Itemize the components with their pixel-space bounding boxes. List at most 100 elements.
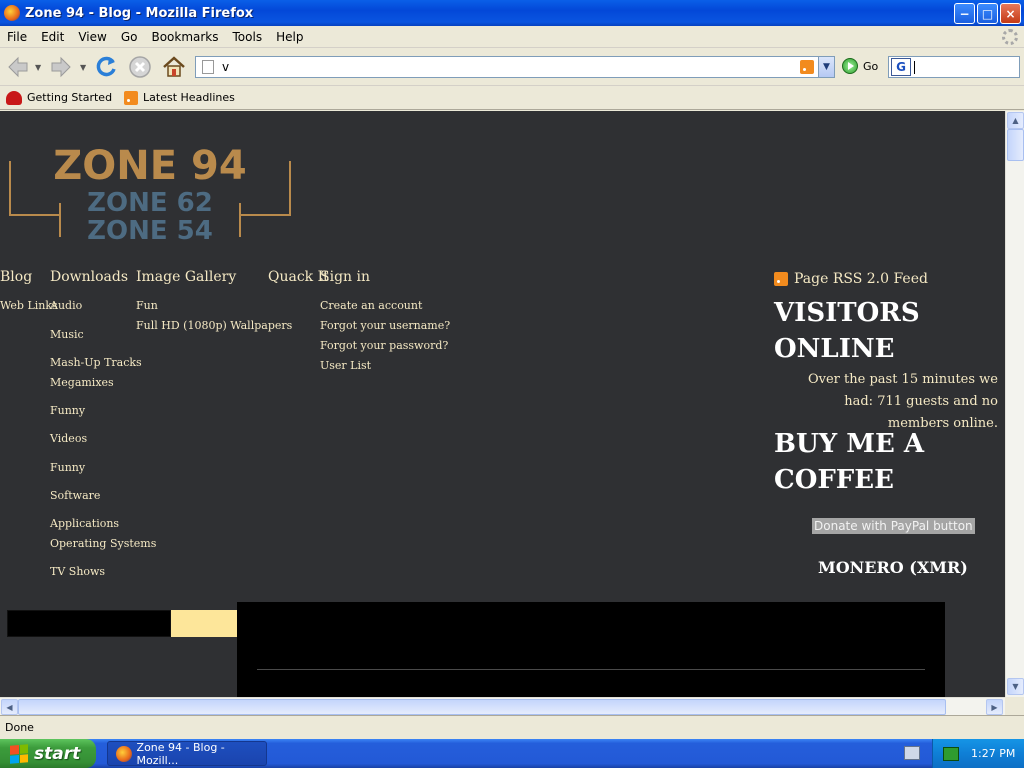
bookmark-label: Latest Headlines: [143, 91, 235, 104]
horizontal-scrollbar[interactable]: ◀ ▶: [0, 697, 1005, 715]
network-icon[interactable]: [943, 746, 959, 761]
minimize-button[interactable]: −: [954, 3, 975, 24]
buy-me-a-coffee-heading: BUY ME A COFFEE: [774, 429, 925, 495]
go-arrow-icon: [842, 58, 858, 74]
scroll-left-icon[interactable]: ◀: [1, 699, 18, 715]
page-rss-link[interactable]: Page RSS 2.0 Feed: [774, 271, 928, 287]
taskbar-firefox-window[interactable]: Zone 94 - Blog - Mozill...: [107, 740, 267, 767]
menu-bookmarks[interactable]: Bookmarks: [144, 30, 225, 44]
rss-icon[interactable]: [800, 60, 814, 74]
menu-help[interactable]: Help: [269, 30, 310, 44]
monero-heading: MONERO (XMR): [818, 558, 968, 577]
url-bar[interactable]: v ▼: [195, 56, 835, 78]
menu-edit[interactable]: Edit: [34, 30, 71, 44]
sub-megamixes[interactable]: Megamixes: [50, 376, 114, 389]
visitors-online-heading: VISITORS ONLINE: [774, 298, 920, 364]
rss-label: Page RSS 2.0 Feed: [794, 271, 928, 287]
back-arrow-icon: [8, 56, 28, 78]
bookmark-label: Getting Started: [27, 91, 113, 104]
forward-button[interactable]: [47, 53, 75, 81]
search-input[interactable]: [914, 60, 915, 74]
go-button[interactable]: Go: [842, 58, 878, 74]
sub-forgot-password[interactable]: Forgot your password?: [320, 339, 448, 352]
search-engine-icon[interactable]: G: [891, 58, 911, 76]
menu-tools[interactable]: Tools: [226, 30, 270, 44]
clock[interactable]: 1:27 PM: [971, 747, 1015, 760]
page-viewport: ZONE 94 ZONE 62 ZONE 54 Blog Downloads I…: [0, 111, 1005, 697]
page-icon: [202, 60, 214, 74]
sub-software[interactable]: Software: [50, 489, 100, 502]
paypal-donate-button[interactable]: Donate with PayPal button: [812, 518, 975, 534]
bookmarks-toolbar: Getting Started Latest Headlines: [0, 86, 1024, 110]
site-logo[interactable]: ZONE 94 ZONE 62 ZONE 54: [8, 139, 292, 245]
sub-tv-shows[interactable]: TV Shows: [50, 565, 105, 578]
nav-blog[interactable]: Blog: [0, 269, 32, 285]
taskbar: start Zone 94 - Blog - Mozill... 1:27 PM: [0, 739, 1024, 768]
start-button[interactable]: start: [0, 739, 96, 768]
start-label: start: [34, 743, 81, 764]
scrollbar-corner: [1005, 697, 1024, 715]
menu-view[interactable]: View: [71, 30, 113, 44]
nav-sign-in[interactable]: Sign in: [320, 269, 370, 285]
bookmark-getting-started[interactable]: Getting Started: [6, 90, 113, 105]
scroll-up-icon[interactable]: ▲: [1007, 112, 1024, 129]
menu-file[interactable]: File: [0, 30, 34, 44]
keyboard-icon[interactable]: [904, 746, 920, 760]
home-icon: [163, 56, 185, 77]
forward-dropdown-icon[interactable]: ▼: [80, 63, 88, 72]
site-search-button[interactable]: [171, 610, 242, 637]
content-panel: [237, 602, 945, 697]
title-bar: Zone 94 - Blog - Mozilla Firefox − □ ×: [0, 0, 1024, 26]
back-dropdown-icon[interactable]: ▼: [35, 63, 43, 72]
sub-create-account[interactable]: Create an account: [320, 299, 422, 312]
sub-operating-systems[interactable]: Operating Systems: [50, 537, 156, 550]
sub-user-list[interactable]: User List: [320, 359, 371, 372]
reload-icon: [96, 56, 116, 77]
close-button[interactable]: ×: [1000, 3, 1021, 24]
sub-funny-audio[interactable]: Funny: [50, 404, 85, 417]
bookmark-latest-headlines[interactable]: Latest Headlines: [124, 90, 235, 105]
logo-zone62: ZONE 62: [87, 188, 213, 218]
home-button[interactable]: [160, 53, 188, 81]
rss-icon: [124, 90, 139, 105]
sub-funny-videos[interactable]: Funny: [50, 461, 85, 474]
sub-forgot-username[interactable]: Forgot your username?: [320, 319, 450, 332]
menu-go[interactable]: Go: [114, 30, 145, 44]
sub-fun[interactable]: Fun: [136, 299, 158, 312]
logo-zone54: ZONE 54: [87, 216, 213, 245]
site-search-input[interactable]: [7, 610, 171, 637]
sub-music[interactable]: Music: [50, 328, 84, 341]
sub-mash-up-tracks[interactable]: Mash-Up Tracks: [50, 356, 142, 369]
status-bar: Done: [0, 715, 1024, 739]
scroll-right-icon[interactable]: ▶: [986, 699, 1003, 715]
forward-arrow-icon: [51, 56, 71, 78]
scroll-down-icon[interactable]: ▼: [1007, 678, 1024, 695]
vertical-scroll-thumb[interactable]: [1007, 129, 1024, 161]
sub-full-hd-wallpapers[interactable]: Full HD (1080p) Wallpapers: [136, 319, 292, 332]
maximize-button[interactable]: □: [977, 3, 998, 24]
url-text[interactable]: v: [222, 60, 800, 74]
menu-bar: File Edit View Go Bookmarks Tools Help: [0, 26, 1024, 48]
stop-icon: [129, 56, 151, 78]
status-text: Done: [5, 721, 34, 734]
reload-button[interactable]: [92, 53, 120, 81]
window-title: Zone 94 - Blog - Mozilla Firefox: [25, 5, 254, 21]
window-controls: − □ ×: [954, 3, 1021, 24]
search-box[interactable]: G: [888, 56, 1020, 78]
nav-downloads[interactable]: Downloads: [50, 269, 128, 285]
nav-image-gallery[interactable]: Image Gallery: [136, 269, 236, 285]
back-button[interactable]: [4, 53, 32, 81]
windows-logo-icon: [10, 743, 28, 764]
task-label: Zone 94 - Blog - Mozill...: [136, 740, 225, 767]
firefox-icon: [4, 5, 20, 21]
rss-icon: [774, 272, 788, 286]
sub-videos[interactable]: Videos: [50, 432, 87, 445]
stop-button[interactable]: [126, 53, 154, 81]
throbber-icon: [1002, 29, 1018, 45]
sub-audio[interactable]: Audio: [50, 299, 82, 312]
vertical-scrollbar[interactable]: ▲ ▼: [1005, 111, 1024, 697]
sub-applications[interactable]: Applications: [50, 517, 119, 530]
horizontal-scroll-thumb[interactable]: [18, 699, 946, 715]
logo-zone94: ZONE 94: [53, 143, 246, 189]
url-dropdown-icon[interactable]: ▼: [818, 57, 834, 77]
